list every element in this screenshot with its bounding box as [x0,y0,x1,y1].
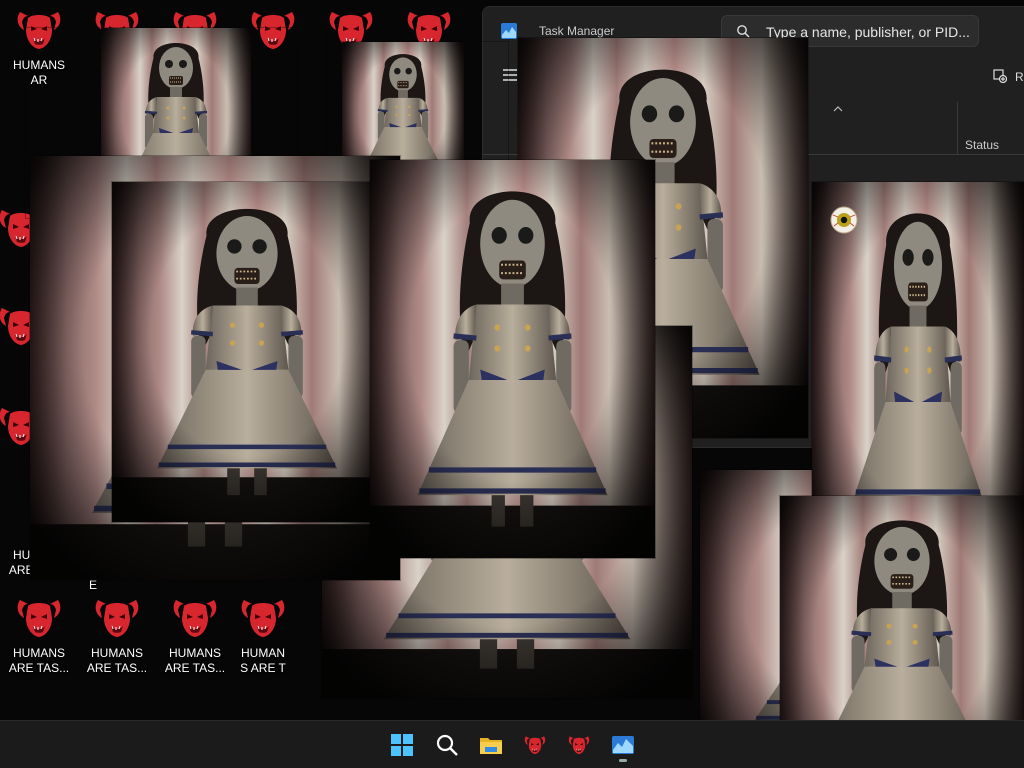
demon-icon [170,596,220,640]
search-icon [737,25,750,38]
search-icon [436,734,458,756]
desktop-icon-label: HUMANS ARE TAS... [164,646,226,675]
desktop-icon-label: HUMANS ARE TAS... [8,646,70,675]
task-manager-icon [612,736,634,754]
desktop-icon[interactable]: HUMANS ARE TAS... [4,596,74,676]
windows-start-icon [391,734,413,756]
desktop-screen: HUMANS AR HUMANS ARE TAS... HUMANS ARE T… [0,0,1024,768]
demon-app-icon [523,733,547,757]
run-task-icon [993,69,1007,83]
desktop-icon[interactable]: HUMANS ARE TAS... [82,596,152,676]
run-new-task-label: R [1015,70,1024,84]
task-manager-taskbar-button[interactable] [606,729,640,762]
demon-app-button[interactable] [562,729,596,761]
desktop-icon-label: HUMANS ARE T [240,646,286,675]
desktop-icon[interactable]: HUMANS ARE TAS... [160,596,230,676]
file-explorer-button[interactable] [474,729,508,761]
eyeball-icon[interactable] [829,205,859,235]
doll-image [370,160,655,558]
doll-image-overlay [370,160,655,558]
desktop-icon-label: HUMANS ARE TAS... [86,646,148,675]
column-divider[interactable] [957,102,958,154]
doll-image [112,182,382,522]
window-title: Task Manager [539,24,615,38]
doll-image-overlay [112,182,382,522]
file-explorer-icon [480,738,502,754]
start-button[interactable] [385,729,419,761]
demon-app-button[interactable] [518,729,552,761]
sort-chevron-up-icon[interactable] [833,106,843,112]
active-indicator [619,759,627,762]
column-header-status[interactable]: Status [965,138,999,152]
taskbar-search-button[interactable] [430,729,464,761]
task-manager-app-icon [501,23,517,39]
taskbar [0,720,1024,768]
demon-icon [14,596,64,640]
demon-icon [92,596,142,640]
demon-icon [238,596,288,640]
run-new-task-button[interactable]: R [993,69,1024,87]
demon-app-icon [567,733,591,757]
desktop-icon[interactable]: HUMANS ARE T [238,596,288,676]
